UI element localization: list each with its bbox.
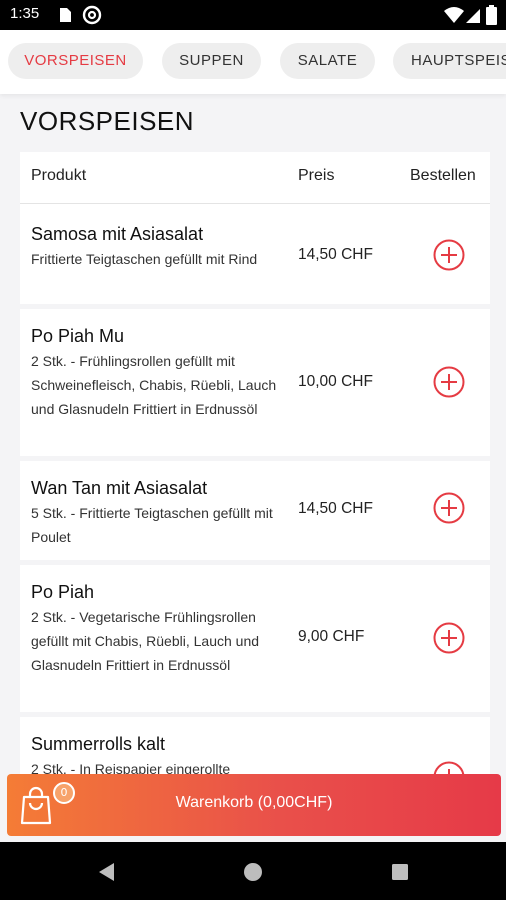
tab-vorspeisen[interactable]: VORSPEISEN bbox=[8, 43, 143, 79]
add-circle-icon[interactable] bbox=[433, 622, 465, 654]
add-circle-icon[interactable] bbox=[433, 239, 465, 271]
add-circle-icon[interactable] bbox=[433, 492, 465, 524]
header-price: Preis bbox=[298, 167, 335, 184]
battery-icon bbox=[486, 5, 497, 25]
table-row: Wan Tan mit Asiasalat 5 Stk. - Frittiert… bbox=[20, 461, 490, 565]
product-price: 9,00 CHF bbox=[298, 628, 365, 645]
product-price: 10,00 CHF bbox=[298, 373, 373, 390]
tab-salate[interactable]: SALATE bbox=[280, 43, 375, 79]
status-bar: 1:35 bbox=[0, 0, 506, 30]
product-description: 2 Stk. - Frühlingsrollen gefüllt mit Sch… bbox=[31, 353, 277, 417]
photo-icon bbox=[60, 8, 71, 22]
cart-label: Warenkorb (0,00CHF) bbox=[175, 794, 333, 811]
signal-icon bbox=[466, 9, 480, 23]
product-name: Po Piah bbox=[31, 582, 95, 602]
table-row: Po Piah 2 Stk. - Vegetarische Frühlingsr… bbox=[20, 565, 490, 717]
add-circle-icon[interactable] bbox=[433, 366, 465, 398]
recents-icon[interactable] bbox=[390, 862, 410, 882]
product-name: Wan Tan mit Asiasalat bbox=[31, 478, 208, 498]
app-screen: 1:35 VORSPEISEN SUPPEN SALATE HAUPTSPEIS… bbox=[0, 0, 506, 900]
tab-hauptspeisen[interactable]: HAUPTSPEIS bbox=[393, 43, 506, 79]
product-name: Samosa mit Asiasalat bbox=[31, 224, 204, 244]
table-row: Samosa mit Asiasalat Frittierte Teigtasc… bbox=[20, 204, 490, 309]
product-description: 2 Stk. - Vegetarische Frühlingsrollen ge… bbox=[31, 609, 260, 673]
header-order: Bestellen bbox=[410, 167, 476, 184]
table-header: Produkt Preis Bestellen bbox=[20, 152, 490, 204]
product-name: Po Piah Mu bbox=[31, 326, 125, 346]
product-price: 14,50 CHF bbox=[298, 500, 373, 517]
system-nav-bar bbox=[0, 842, 506, 900]
product-description: Frittierte Teigtaschen gefüllt mit Rind bbox=[31, 251, 258, 267]
cart-button[interactable]: 0 Warenkorb (0,00CHF) bbox=[7, 774, 501, 836]
category-tabs: VORSPEISEN SUPPEN SALATE HAUPTSPEIS bbox=[0, 30, 506, 94]
product-price: 14,50 CHF bbox=[298, 246, 373, 263]
product-name: Summerrolls kalt bbox=[31, 734, 166, 754]
section-title: VORSPEISEN bbox=[20, 106, 195, 136]
status-time: 1:35 bbox=[10, 5, 40, 22]
header-product: Produkt bbox=[31, 167, 87, 184]
product-description: 5 Stk. - Frittierte Teigtaschen gefüllt … bbox=[31, 505, 273, 545]
at-sign-icon bbox=[82, 5, 102, 25]
menu-table: Produkt Preis Bestellen Samosa mit Asias… bbox=[20, 152, 490, 797]
wifi-icon bbox=[444, 7, 464, 23]
home-icon[interactable] bbox=[243, 862, 263, 882]
table-row: Po Piah Mu 2 Stk. - Frühlingsrollen gefü… bbox=[20, 309, 490, 461]
tab-suppen[interactable]: SUPPEN bbox=[162, 43, 261, 79]
back-icon[interactable] bbox=[96, 862, 116, 882]
